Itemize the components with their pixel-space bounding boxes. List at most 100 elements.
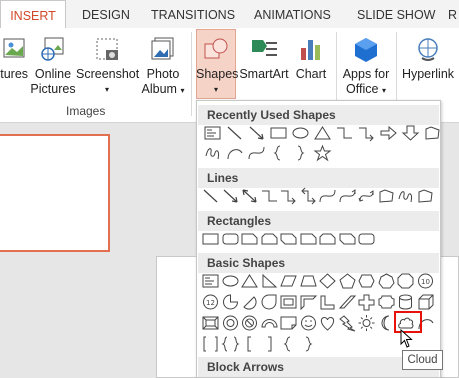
tab-insert[interactable]: INSERT [0,0,66,29]
shape-dec-icon[interactable]: 10 [416,272,435,290]
shape-dodec-icon[interactable]: 12 [201,293,220,311]
screenshot-button[interactable]: Screenshot ▾ [76,36,139,97]
shape-dnarrow-icon[interactable] [401,124,420,142]
shape-lshape-icon[interactable] [318,293,337,311]
tab-slide-show[interactable]: SLIDE SHOW [357,0,436,28]
tab-transitions[interactable]: TRANSITIONS [151,0,235,28]
photo-album-label-2-text: Album [141,82,177,96]
chart-button[interactable]: Chart [291,36,331,82]
shape-elbow-icon[interactable] [260,187,279,205]
shape-sun-icon[interactable] [357,314,376,332]
shape-scribble-icon[interactable] [396,187,415,205]
shape-bigarrow-icon[interactable] [379,124,398,142]
shape-elbowa-icon[interactable] [357,124,376,142]
shape-diamond-icon[interactable] [318,272,337,290]
shape-curveda-icon[interactable] [357,187,376,205]
shape-tri-icon[interactable] [313,124,332,142]
shape-elbowa-icon[interactable] [279,187,298,205]
slide-thumbnail[interactable] [0,134,110,252]
shape-cross-icon[interactable] [357,293,376,311]
shape-rbrace-icon[interactable] [299,335,318,353]
shape-lbrace-icon[interactable] [269,144,288,162]
shape-scribble-icon[interactable] [203,144,222,162]
shape-rbracket-icon[interactable] [260,335,279,353]
shape-elbow-icon[interactable] [335,124,354,142]
shape-snip1-icon[interactable] [299,230,318,248]
shape-heart-icon[interactable] [318,314,337,332]
shape-hept-icon[interactable] [377,272,396,290]
tab-animations[interactable]: ANIMATIONS [254,0,331,28]
shape-pent-icon[interactable] [338,272,357,290]
shape-arrow-icon[interactable] [221,187,240,205]
photo-album-button[interactable]: Photo Album ▾ [140,36,186,98]
shape-rect-icon[interactable] [269,124,288,142]
shape-can-icon[interactable] [396,293,415,311]
tab-design[interactable]: DESIGN [82,0,130,28]
shape-star-icon[interactable] [313,144,332,162]
shape-fold-icon[interactable] [279,314,298,332]
apps-for-office-button[interactable]: Apps for Office ▾ [338,36,394,98]
shape-snip3-icon[interactable] [338,230,357,248]
shape-rect-icon[interactable] [201,230,220,248]
shape-tri-icon[interactable] [240,272,259,290]
shape-cube-icon[interactable] [416,293,435,311]
shape-chord-icon[interactable] [240,293,259,311]
shape-frame-icon[interactable] [279,293,298,311]
shape-elbowda-icon[interactable] [299,187,318,205]
shape-lbracket-icon[interactable] [240,335,259,353]
shape-blockarc-icon[interactable] [260,314,279,332]
shape-snip2-icon[interactable] [260,230,279,248]
shape-oval-icon[interactable] [291,124,310,142]
shape-snip1-icon[interactable] [240,230,259,248]
shape-curve-icon[interactable] [247,144,266,162]
shape-textbox-icon[interactable] [201,272,220,290]
shape-rrect-icon[interactable] [221,230,240,248]
photo-album-dropdown-icon: ▾ [180,86,185,95]
shape-freeform-icon[interactable] [423,124,442,142]
shape-line-icon[interactable] [201,187,220,205]
shape-plaque-icon[interactable] [377,293,396,311]
shape-arc-icon[interactable] [225,144,244,162]
shape-donut-icon[interactable] [221,314,240,332]
shape-trap-icon[interactable] [299,272,318,290]
shape-tear-icon[interactable] [260,293,279,311]
shape-hex-icon[interactable] [357,272,376,290]
shape-rbrace-icon[interactable] [291,144,310,162]
online-pictures-button[interactable]: Online Pictures [30,36,76,97]
hyperlink-button[interactable]: Hyperlink [399,36,457,82]
shape-diag-icon[interactable] [338,293,357,311]
shape-rrect-icon[interactable] [357,230,376,248]
shape-freeform-icon[interactable] [377,187,396,205]
shape-line-icon[interactable] [225,124,244,142]
shape-dbracket-icon[interactable] [201,335,220,353]
shape-curve-icon[interactable] [318,187,337,205]
shape-arrow-icon[interactable] [247,124,266,142]
pictures-button[interactable]: ctures [0,36,30,82]
shape-noSym-icon[interactable] [240,314,259,332]
shape-halfframe-icon[interactable] [299,293,318,311]
section-recently-used: Recently Used Shapes [198,105,439,125]
shape-bolt-icon[interactable] [338,314,357,332]
apps-label-2: Office ▾ [338,82,394,98]
shape-darrow-icon[interactable] [240,187,259,205]
shape-curvea-icon[interactable] [338,187,357,205]
shape-oval-icon[interactable] [221,272,240,290]
shapes-button[interactable]: Shapes ▾ [196,36,238,97]
shape-snip2-icon[interactable] [318,230,337,248]
smartart-button[interactable]: SmartArt [239,36,289,82]
shape-snip3-icon[interactable] [279,230,298,248]
shape-pie-icon[interactable] [221,293,240,311]
shape-oct-icon[interactable] [396,272,415,290]
shape-rtri-icon[interactable] [260,272,279,290]
shape-textbox-icon[interactable] [203,124,222,142]
shape-moon-icon[interactable] [377,314,396,332]
shape-dbrace-icon[interactable] [220,335,240,353]
shape-para-icon[interactable] [279,272,298,290]
shape-bevel-icon[interactable] [201,314,220,332]
shape-smile-icon[interactable] [299,314,318,332]
shape-lbrace-icon[interactable] [279,335,298,353]
online-pictures-icon [41,37,64,61]
tab-review[interactable]: R [448,0,457,28]
shape-freeform-icon[interactable] [416,187,435,205]
photo-album-icon [151,37,174,60]
